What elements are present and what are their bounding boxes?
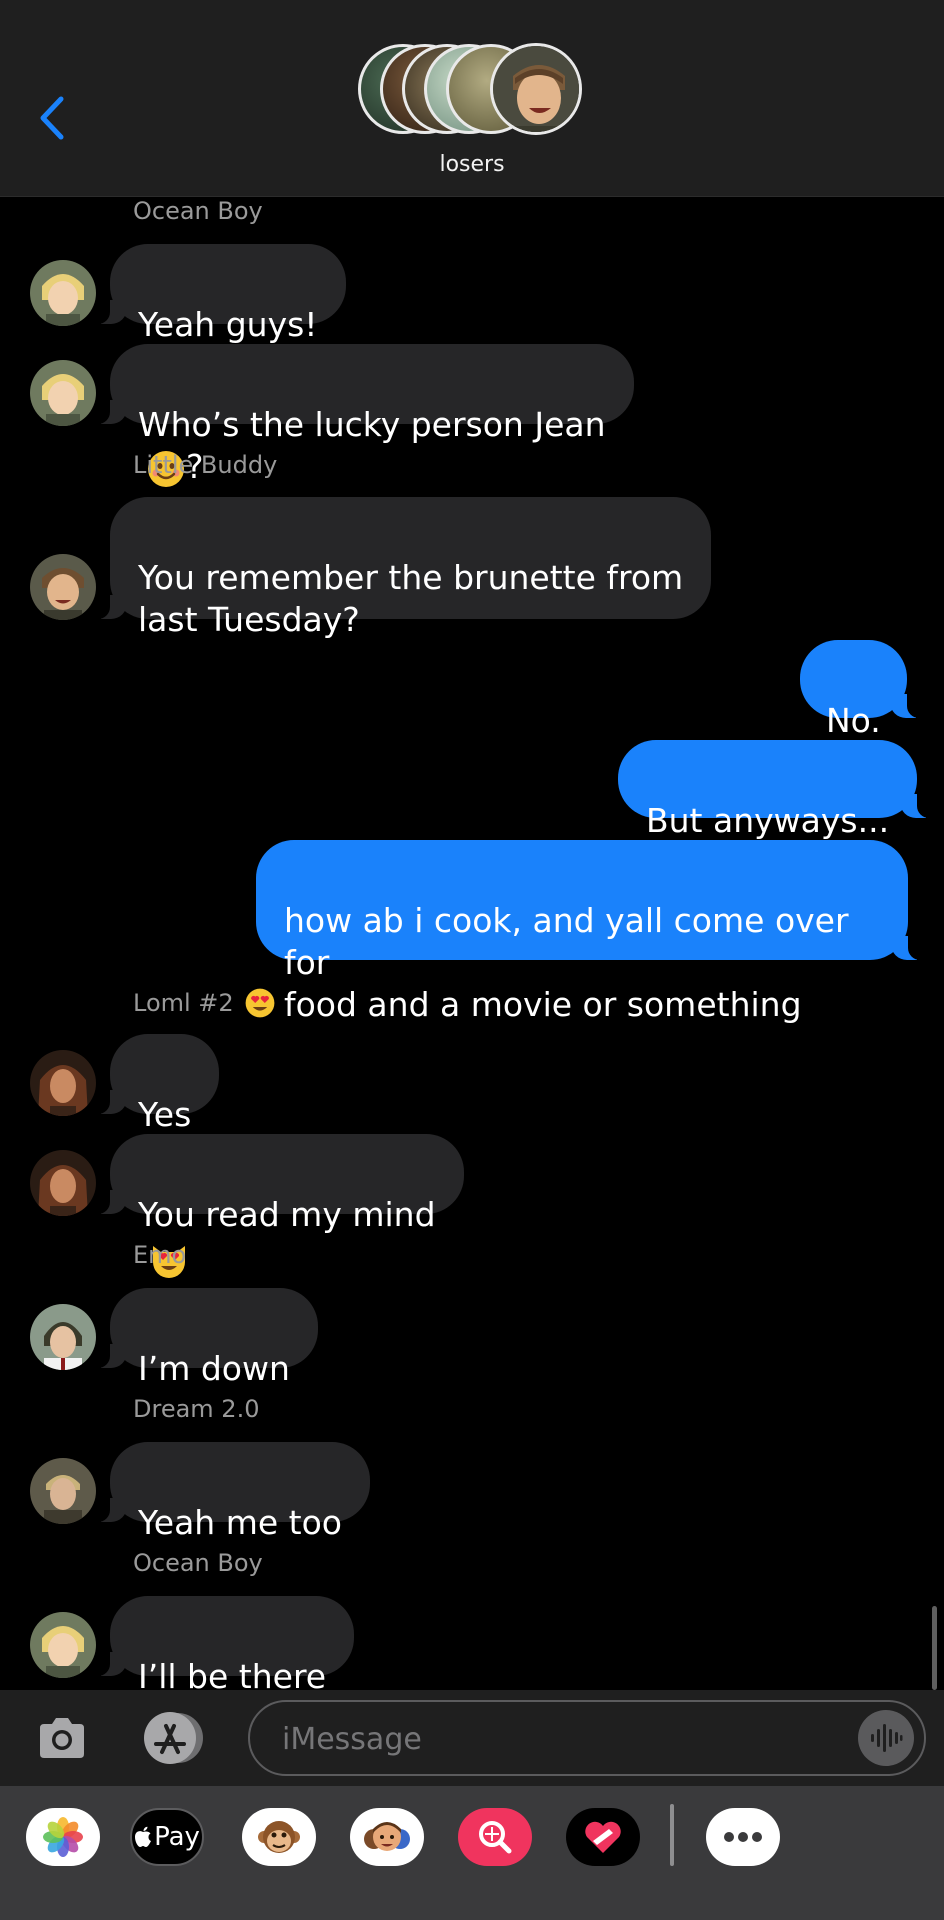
message-text: But anyways... <box>646 801 890 840</box>
incoming-message[interactable]: I’m down <box>90 1288 318 1388</box>
camera-icon <box>40 1718 84 1758</box>
imessage-app-drawer: Pay <box>0 1786 944 1920</box>
sender-name: Ocean Boy <box>133 1549 263 1577</box>
image-search-icon <box>479 1821 512 1854</box>
animoji-app-button[interactable] <box>242 1808 316 1866</box>
message-text: You read my mind <box>138 1195 436 1234</box>
scrollbar[interactable] <box>932 1606 937 1690</box>
incoming-message[interactable]: You read my mind <box>90 1134 464 1321</box>
app-store-button[interactable] <box>140 1710 208 1766</box>
message-text: No. <box>826 701 881 740</box>
avatar[interactable] <box>30 260 96 326</box>
images-search-app-button[interactable] <box>458 1808 532 1866</box>
conversation-header: losers <box>0 0 944 197</box>
group-member-avatar <box>490 43 582 135</box>
sender-name-row: Loml #2 <box>133 987 276 1019</box>
drawer-divider <box>670 1804 674 1866</box>
avatar[interactable] <box>30 1050 96 1116</box>
avatar[interactable] <box>30 1612 96 1678</box>
compose-bar <box>0 1690 944 1786</box>
audio-waveform-icon <box>871 1724 903 1752</box>
incoming-message[interactable]: Who’s the lucky person Jean ? <box>90 344 634 487</box>
digital-touch-icon <box>585 1821 621 1853</box>
message-text: Yes <box>138 1095 192 1134</box>
memoji-app-button[interactable] <box>350 1808 424 1866</box>
message-field[interactable] <box>248 1700 926 1776</box>
digital-touch-app-button[interactable] <box>566 1808 640 1866</box>
more-apps-button[interactable] <box>706 1808 780 1866</box>
photos-icon <box>43 1817 83 1857</box>
incoming-message[interactable]: Yeah guys! <box>90 244 346 344</box>
message-text: You remember the brunette from last Tues… <box>138 558 684 639</box>
dictation-button[interactable] <box>858 1710 914 1766</box>
outgoing-message[interactable]: how ab i cook, and yall come over for fo… <box>256 840 928 1024</box>
heart-eyes-emoji-icon <box>245 988 275 1018</box>
incoming-message[interactable]: You remember the brunette from last Tues… <box>89 497 712 639</box>
avatar[interactable] <box>30 1458 96 1524</box>
apple-pay-app-button[interactable]: Pay <box>130 1808 204 1866</box>
sender-name: Ocean Boy <box>133 197 263 225</box>
more-icon <box>724 1832 762 1842</box>
message-text: Yeah me too <box>138 1503 342 1542</box>
group-avatar-stack[interactable] <box>358 43 588 140</box>
incoming-message[interactable]: Yeah me too <box>90 1442 370 1542</box>
outgoing-message[interactable]: But anyways... <box>618 740 938 840</box>
sender-name: Emo <box>133 1241 187 1269</box>
avatar[interactable] <box>30 1150 96 1216</box>
message-text: how ab i cook, and yall come over for fo… <box>284 901 849 1024</box>
message-text: Yeah guys! <box>138 305 318 344</box>
avatar[interactable] <box>30 1304 96 1370</box>
app-store-icon <box>144 1712 203 1764</box>
message-input[interactable] <box>280 1714 824 1764</box>
outgoing-message[interactable]: No. <box>800 640 927 740</box>
avatar[interactable] <box>30 554 96 620</box>
monkey-memoji-icon <box>258 1821 300 1853</box>
message-text: I’m down <box>138 1349 290 1388</box>
memoji-icon <box>364 1822 410 1851</box>
chevron-left-icon <box>40 96 64 140</box>
camera-button[interactable] <box>34 1710 90 1766</box>
avatar[interactable] <box>30 360 96 426</box>
message-text: Who’s the lucky person Jean <box>138 405 606 444</box>
back-button[interactable] <box>30 88 74 148</box>
incoming-message[interactable]: I’ll be there <box>89 1596 355 1739</box>
incoming-message[interactable]: Yes <box>89 1034 220 1134</box>
sender-name: Loml #2 <box>133 989 234 1017</box>
group-name[interactable]: losers <box>0 152 944 177</box>
sender-name: Dream 2.0 <box>133 1395 260 1423</box>
sender-name: Little Buddy <box>133 451 278 479</box>
apple-pay-icon <box>135 1826 152 1847</box>
apple-pay-label: Pay <box>154 1822 200 1852</box>
photos-app-button[interactable] <box>26 1808 100 1866</box>
